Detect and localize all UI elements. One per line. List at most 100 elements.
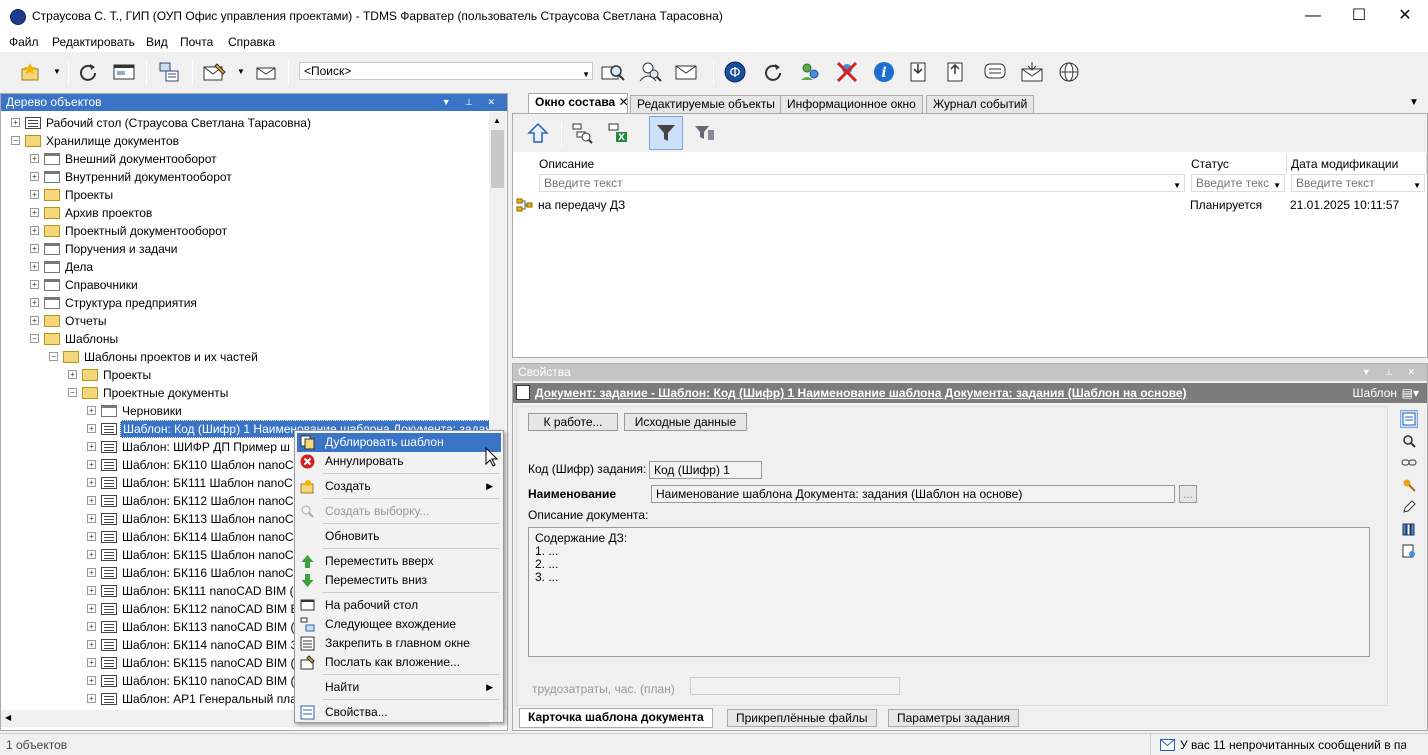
search-user-icon[interactable] <box>637 59 663 85</box>
close-icon[interactable]: ✕ <box>619 95 629 109</box>
expand-icon[interactable]: + <box>87 586 96 595</box>
expand-icon[interactable]: + <box>87 532 96 541</box>
chevron-down-icon[interactable]: ▼ <box>582 67 590 83</box>
menu-view[interactable]: Вид <box>146 35 168 49</box>
context-menu-item[interactable]: Дублировать шаблон <box>297 433 501 452</box>
tree-item[interactable]: + Рабочий стол (Страусова Светлана Тарасо… <box>1 114 489 132</box>
expand-icon[interactable]: + <box>87 676 96 685</box>
key-icon[interactable] <box>1400 476 1418 494</box>
expand-icon[interactable]: + <box>87 604 96 613</box>
menu-help[interactable]: Справка <box>228 35 275 49</box>
expand-icon[interactable]: + <box>30 262 39 271</box>
tab-info-window[interactable]: Информационное окно <box>780 95 923 113</box>
expand-icon[interactable]: + <box>87 550 96 559</box>
search-mail-icon[interactable] <box>674 59 700 85</box>
menu-file[interactable]: Файл <box>9 35 39 49</box>
checkout-icon[interactable] <box>943 59 969 85</box>
export-excel-icon[interactable]: X <box>605 120 631 146</box>
expand-icon[interactable]: + <box>87 460 96 469</box>
filter-status-input[interactable]: Введите текс ▼ <box>1191 174 1285 192</box>
search-folder-icon[interactable] <box>600 59 626 85</box>
messages-icon[interactable] <box>982 59 1008 85</box>
panel-controls-icon[interactable]: ▼ ⊥ ✕ <box>442 94 501 111</box>
context-menu-item[interactable]: Послать как вложение... <box>297 653 501 672</box>
send-mail-icon[interactable] <box>253 59 279 85</box>
expand-icon[interactable]: + <box>87 514 96 523</box>
close-button[interactable]: ✕ <box>1382 0 1428 32</box>
maximize-button[interactable]: ☐ <box>1336 0 1382 32</box>
expand-icon[interactable]: + <box>30 316 39 325</box>
tree-item[interactable]: + Архив проектов <box>1 204 489 222</box>
code-field[interactable]: Код (Шифр) 1 <box>649 461 762 479</box>
expand-icon[interactable]: + <box>87 442 96 451</box>
tree-item[interactable]: + Внешний документооборот <box>1 150 489 168</box>
expand-icon[interactable]: + <box>30 226 39 235</box>
app-info-icon[interactable]: Ф <box>722 59 748 85</box>
settings-doc-icon[interactable] <box>1400 542 1418 560</box>
expand-icon[interactable]: + <box>87 496 96 505</box>
tabs-dropdown-icon[interactable]: ▼ <box>1409 97 1419 108</box>
sync-users-icon[interactable] <box>797 59 823 85</box>
expand-icon[interactable]: + <box>30 190 39 199</box>
column-header-description[interactable]: Описание <box>535 154 1191 174</box>
unread-messages[interactable]: У вас 11 непрочитанных сообщений в папке <box>1180 738 1406 752</box>
reload-icon[interactable] <box>760 59 786 85</box>
tree-item[interactable]: + Черновики <box>1 402 489 420</box>
inbox-icon[interactable] <box>1019 59 1045 85</box>
tree-structure-icon[interactable] <box>156 59 182 85</box>
up-level-icon[interactable] <box>525 120 551 146</box>
menu-edit[interactable]: Редактировать <box>52 35 135 49</box>
source-data-button[interactable]: Исходные данные <box>624 413 747 431</box>
collapse-icon[interactable]: − <box>11 136 20 145</box>
chevron-down-icon[interactable]: ▼ <box>1413 178 1421 194</box>
search-input[interactable]: <Поиск> ▼ <box>299 62 593 80</box>
link-icon[interactable] <box>1400 454 1418 472</box>
expand-icon[interactable]: + <box>30 298 39 307</box>
tree-item[interactable]: + Внутренний документооборот <box>1 168 489 186</box>
delete-users-icon[interactable] <box>834 59 860 85</box>
collapse-icon[interactable]: − <box>49 352 58 361</box>
tab-event-log[interactable]: Журнал событий <box>926 95 1035 113</box>
context-menu-item[interactable]: Обновить <box>297 527 501 546</box>
context-menu-item[interactable]: Следующее вхождение <box>297 615 501 634</box>
tab-task-parameters[interactable]: Параметры задания <box>888 709 1019 727</box>
expand-icon[interactable]: + <box>30 280 39 289</box>
context-menu-item[interactable]: Закрепить в главном окне <box>297 634 501 653</box>
edit-mail-icon[interactable] <box>202 59 228 85</box>
context-menu-item[interactable]: На рабочий стол <box>297 596 501 615</box>
tree-item[interactable]: − Хранилище документов <box>1 132 489 150</box>
column-header-date[interactable]: Дата модификации <box>1287 154 1427 174</box>
window-icon[interactable] <box>111 59 137 85</box>
expand-icon[interactable]: + <box>68 370 77 379</box>
description-textarea[interactable]: Содержание ДЗ: 1. ... 2. ... 3. ... <box>528 527 1370 657</box>
expand-icon[interactable]: + <box>87 640 96 649</box>
expand-icon[interactable]: + <box>87 694 96 703</box>
filter-description-input[interactable]: Введите текст ▼ <box>539 174 1185 192</box>
expand-icon[interactable]: + <box>30 154 39 163</box>
search-icon[interactable] <box>1400 432 1418 450</box>
expand-icon[interactable]: + <box>11 118 20 127</box>
to-work-button[interactable]: К работе... <box>528 413 618 431</box>
tree-item[interactable]: − Шаблоны <box>1 330 489 348</box>
new-object-icon[interactable] <box>18 59 44 85</box>
tab-edited-objects[interactable]: Редактируемые объекты <box>630 95 782 113</box>
context-menu-item[interactable]: Свойства... <box>297 703 501 722</box>
tree-item[interactable]: + Справочники <box>1 276 489 294</box>
name-browse-button[interactable]: ... <box>1179 485 1197 503</box>
refresh-icon[interactable] <box>75 59 101 85</box>
tree-item[interactable]: + Дела <box>1 258 489 276</box>
filter-date-input[interactable]: Введите текст ▼ <box>1291 174 1425 192</box>
column-header-status[interactable]: Статус <box>1187 154 1287 174</box>
tab-template-card[interactable]: Карточка шаблона документа <box>519 708 713 728</box>
expand-icon[interactable]: + <box>87 424 96 433</box>
pen-icon[interactable] <box>1400 498 1418 516</box>
tree-item[interactable]: + Проекты <box>1 366 489 384</box>
tab-composition[interactable]: Окно состава ✕ <box>528 93 629 113</box>
filter-icon[interactable] <box>649 116 683 150</box>
object-type-menu-icon[interactable]: ▤▾ <box>1402 383 1419 403</box>
tree-item[interactable]: + Поручения и задачи <box>1 240 489 258</box>
table-row[interactable]: на передачу ДЗ Планируется 21.01.2025 10… <box>513 194 1427 214</box>
expand-icon[interactable]: + <box>87 568 96 577</box>
globe-icon[interactable] <box>1056 59 1082 85</box>
context-menu-item[interactable]: Переместить вниз <box>297 571 501 590</box>
